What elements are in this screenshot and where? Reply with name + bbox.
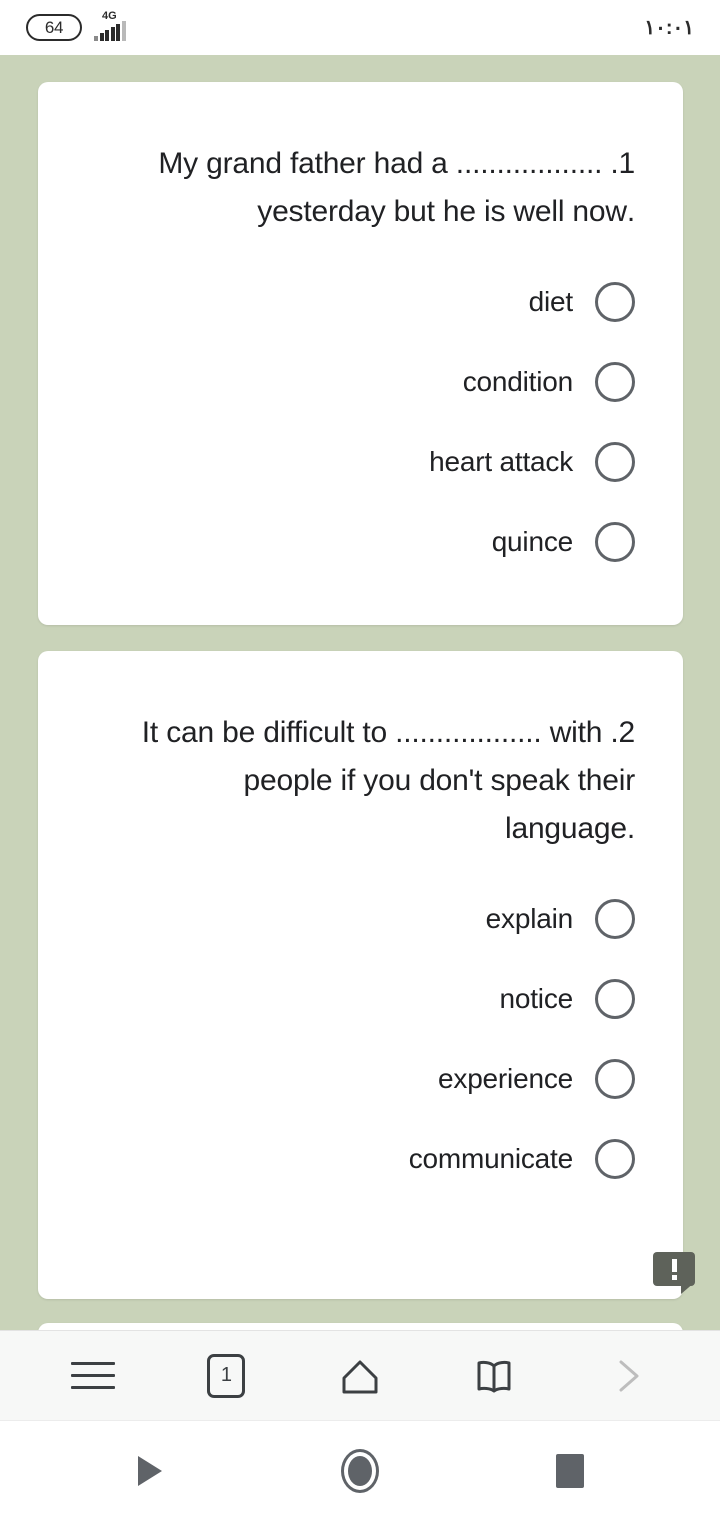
option-label: explain <box>485 903 574 934</box>
question-1-options: diet condition heart attack quince <box>38 236 683 582</box>
option-label: notice <box>499 983 573 1014</box>
home-icon <box>342 1360 378 1393</box>
option-label: quince <box>491 526 574 557</box>
question-1-line-1: My grand father had a ..................… <box>158 147 635 180</box>
question-1-text: My grand father had a ..................… <box>38 82 683 236</box>
menu-icon <box>70 1362 115 1389</box>
signal-strength-icon: 4G <box>94 9 136 43</box>
radio-button-icon[interactable] <box>595 522 635 562</box>
recents-square-icon <box>556 1453 584 1488</box>
bookmarks-button[interactable] <box>455 1340 533 1412</box>
browser-toolbar: 1 <box>0 1330 720 1420</box>
radio-button-icon[interactable] <box>595 362 635 402</box>
option-row[interactable]: condition <box>86 342 635 422</box>
status-bar-left: 64 4G <box>26 9 136 43</box>
web-page-content: My grand father had a ..................… <box>0 55 720 1330</box>
option-label: communicate <box>408 1143 574 1174</box>
question-1-line-2: .yesterday but he is well now <box>257 195 635 228</box>
home-button[interactable] <box>321 1340 399 1412</box>
radio-button-icon[interactable] <box>595 442 635 482</box>
question-card-3 <box>38 1323 683 1330</box>
option-row[interactable]: quince <box>86 502 635 582</box>
tab-count-icon: 1 <box>207 1353 246 1398</box>
question-2-line-2: people if you don't speak their <box>243 764 636 797</box>
system-recents-button[interactable] <box>535 1436 605 1506</box>
question-card-2: It can be difficult to .................… <box>38 651 683 1299</box>
option-row[interactable]: explain <box>86 879 635 959</box>
option-label: diet <box>528 286 574 317</box>
option-row[interactable]: communicate <box>86 1119 635 1199</box>
question-card-1: My grand father had a ..................… <box>38 82 683 625</box>
bookmarks-book-icon <box>477 1360 511 1392</box>
system-navigation-bar <box>0 1420 720 1520</box>
radio-button-icon[interactable] <box>595 1059 635 1099</box>
home-circle-icon <box>341 1448 379 1493</box>
radio-button-icon[interactable] <box>595 282 635 322</box>
chevron-right-forward-icon <box>619 1360 639 1391</box>
radio-button-icon[interactable] <box>595 899 635 939</box>
question-2-line-1: It can be difficult to .................… <box>141 716 635 749</box>
network-generation-label: 4G <box>102 9 117 22</box>
radio-button-icon[interactable] <box>595 979 635 1019</box>
tab-switcher-button[interactable]: 1 <box>187 1340 265 1412</box>
exclamation-dot <box>672 1275 677 1280</box>
bubble-tail <box>681 1282 695 1294</box>
back-triangle-icon <box>138 1455 162 1486</box>
radio-button-icon[interactable] <box>595 1139 635 1179</box>
option-label: heart attack <box>429 446 573 477</box>
battery-indicator: 64 <box>26 14 82 41</box>
system-home-button[interactable] <box>325 1436 395 1506</box>
exclamation-bubble-icon[interactable] <box>653 1252 699 1294</box>
option-label: experience <box>438 1063 573 1094</box>
signal-bars-icon <box>94 20 126 43</box>
forward-button[interactable] <box>588 1340 666 1412</box>
option-row[interactable]: diet <box>86 262 635 342</box>
question-2-options: explain notice experience communicate <box>38 853 683 1199</box>
question-2-line-3: .language <box>505 812 635 845</box>
option-row[interactable]: experience <box>86 1039 635 1119</box>
system-back-button[interactable] <box>115 1436 185 1506</box>
exclamation-stem <box>672 1259 677 1272</box>
status-bar-clock: ١٠:٠١ <box>644 17 694 39</box>
question-2-text: It can be difficult to .................… <box>38 651 683 853</box>
option-label: condition <box>462 366 573 397</box>
option-row[interactable]: notice <box>86 959 635 1039</box>
status-bar: 64 4G ١٠:٠١ <box>0 0 720 55</box>
option-row[interactable]: heart attack <box>86 422 635 502</box>
menu-button[interactable] <box>54 1340 132 1412</box>
